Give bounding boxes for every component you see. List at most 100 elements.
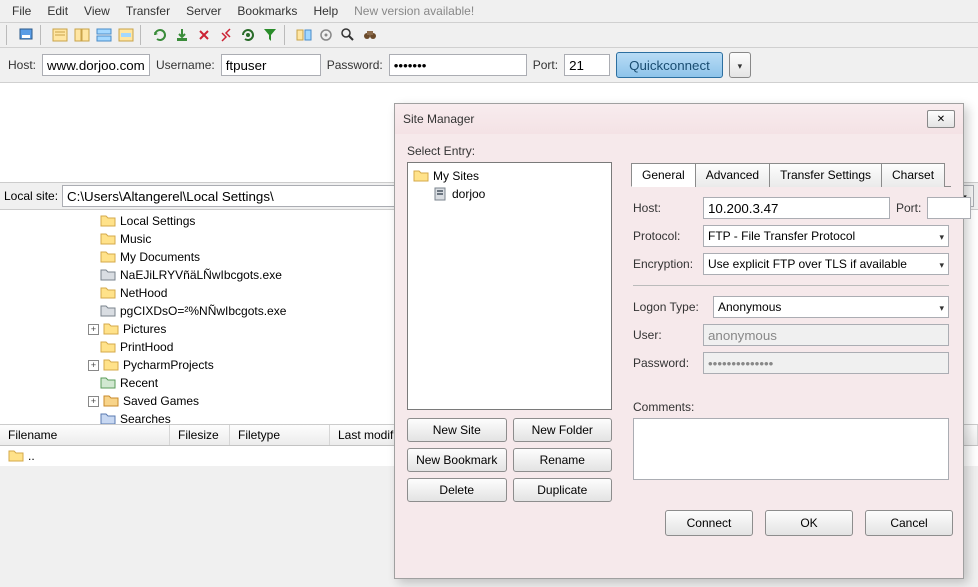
refresh-icon[interactable] [150,25,170,45]
menu-server[interactable]: Server [178,2,229,20]
site-tree[interactable]: My Sites dorjoo [407,162,612,410]
menu-view[interactable]: View [76,2,118,20]
site-tree-item[interactable]: dorjoo [412,185,607,203]
duplicate-button[interactable]: Duplicate [513,478,613,502]
expander-icon[interactable]: + [88,324,99,335]
form-port-input[interactable] [927,197,971,219]
toolbar [0,23,978,48]
quickconnect-bar: Host: Username: Password: Port: Quickcon… [0,48,978,83]
toggle-log-icon[interactable] [50,25,70,45]
host-input[interactable] [42,54,150,76]
menu-file[interactable]: File [4,2,39,20]
tree-item-label: Recent [120,376,158,390]
quickconnect-dropdown[interactable] [729,52,751,78]
form-port-label: Port: [896,201,921,215]
connect-button[interactable]: Connect [665,510,753,536]
folder-icon [100,303,116,319]
form-user-input [703,324,949,346]
expander-icon[interactable]: + [88,360,99,371]
site-tree-root[interactable]: My Sites [412,167,607,185]
filter-icon[interactable] [260,25,280,45]
menu-help[interactable]: Help [305,2,346,20]
form-encryption-label: Encryption: [633,257,697,271]
menu-transfer[interactable]: Transfer [118,2,178,20]
compare-icon[interactable] [294,25,314,45]
tree-item-label: Music [120,232,151,246]
chevron-down-icon [939,229,944,243]
username-input[interactable] [221,54,321,76]
form-user-label: User: [633,328,697,342]
new-bookmark-button[interactable]: New Bookmark [407,448,507,472]
folder-icon [100,339,116,355]
cancel-icon[interactable] [194,25,214,45]
expander-icon[interactable]: + [88,396,99,407]
process-queue-icon[interactable] [172,25,192,45]
disconnect-icon[interactable] [216,25,236,45]
select-entry-label: Select Entry: [407,144,951,158]
col-filetype[interactable]: Filetype [230,425,330,445]
site-manager-dialog: Site Manager ✕ Select Entry: My Sites do… [394,103,964,579]
password-input[interactable] [389,54,527,76]
folder-icon [8,448,24,464]
tree-item-label: Searches [120,412,171,425]
menu-edit[interactable]: Edit [39,2,76,20]
tree-item-label: My Documents [120,250,200,264]
host-label: Host: [8,58,36,72]
form-host-input[interactable] [703,197,890,219]
sync-icon[interactable] [316,25,336,45]
form-password-label: Password: [633,356,697,370]
form-logon-select[interactable]: Anonymous [713,296,949,318]
divider [633,285,949,286]
form-protocol-select[interactable]: FTP - File Transfer Protocol [703,225,949,247]
search-icon[interactable] [338,25,358,45]
sitemanager-icon[interactable] [16,25,36,45]
folder-icon [413,168,429,184]
folder-icon [100,267,116,283]
tab-transfer-settings[interactable]: Transfer Settings [769,163,882,187]
dialog-footer: Connect OK Cancel [395,502,963,546]
menu-bookmarks[interactable]: Bookmarks [229,2,305,20]
form-encryption-select[interactable]: Use explicit FTP over TLS if available [703,253,949,275]
form-host-label: Host: [633,201,697,215]
tab-general[interactable]: General [631,163,696,187]
form-password-input [703,352,949,374]
ok-button[interactable]: OK [765,510,853,536]
chevron-down-icon [738,58,743,72]
cancel-button[interactable]: Cancel [865,510,953,536]
titlebar[interactable]: Site Manager ✕ [395,104,963,134]
folder-icon [100,231,116,247]
tree-item-label: NaEJiLRYVñäLÑwIbcgots.exe [120,268,282,282]
tree-item-label: PrintHood [120,340,173,354]
tab-content-general: Host: Port: Protocol: FTP - File Transfe… [631,187,951,485]
reconnect-icon[interactable] [238,25,258,45]
menu-new-version[interactable]: New version available! [346,2,482,20]
quickconnect-button[interactable]: Quickconnect [616,52,723,78]
close-button[interactable]: ✕ [927,110,955,128]
tabs: General Advanced Transfer Settings Chars… [631,162,951,187]
file-row-label: .. [28,449,35,463]
col-filesize[interactable]: Filesize [170,425,230,445]
folder-icon [103,393,119,409]
tab-advanced[interactable]: Advanced [695,163,770,187]
form-comments-input[interactable] [633,418,949,480]
site-tree-item-label: dorjoo [452,187,485,201]
col-filename[interactable]: Filename [0,425,170,445]
port-input[interactable] [564,54,610,76]
tab-charset[interactable]: Charset [881,163,945,187]
folder-icon [100,411,116,425]
toggle-localtree-icon[interactable] [72,25,92,45]
toggle-remotetree-icon[interactable] [94,25,114,45]
folder-icon [100,285,116,301]
close-icon: ✕ [937,114,945,125]
server-icon [432,186,448,202]
password-label: Password: [327,58,383,72]
chevron-down-icon [939,257,944,271]
folder-icon [100,375,116,391]
new-folder-button[interactable]: New Folder [513,418,613,442]
toggle-queue-icon[interactable] [116,25,136,45]
binoculars-icon[interactable] [360,25,380,45]
rename-button[interactable]: Rename [513,448,613,472]
new-site-button[interactable]: New Site [407,418,507,442]
delete-button[interactable]: Delete [407,478,507,502]
site-tree-root-label: My Sites [433,169,479,183]
